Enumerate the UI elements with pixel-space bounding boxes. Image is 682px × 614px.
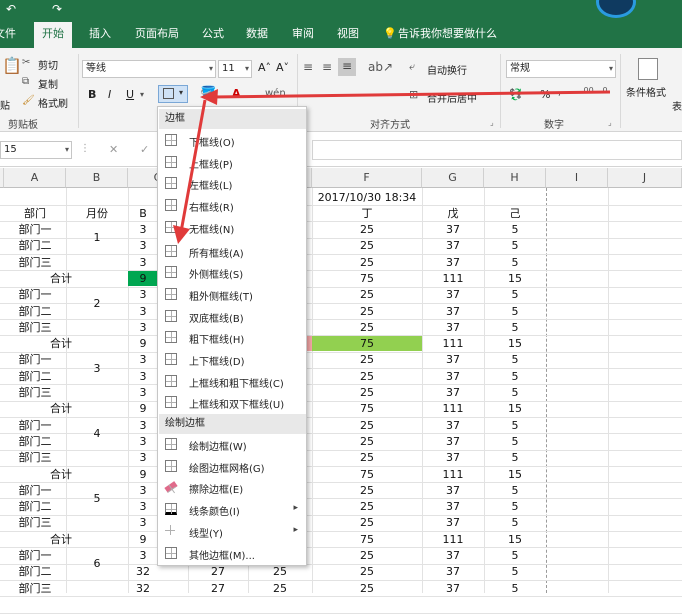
arrowhead-all-borders <box>173 225 190 244</box>
arrow-line-to-borders <box>211 90 611 99</box>
arrow-line-to-all-borders <box>179 99 207 233</box>
annotation-arrows <box>173 89 611 244</box>
arrowhead-borders <box>200 89 218 105</box>
row-gridline <box>0 612 682 614</box>
